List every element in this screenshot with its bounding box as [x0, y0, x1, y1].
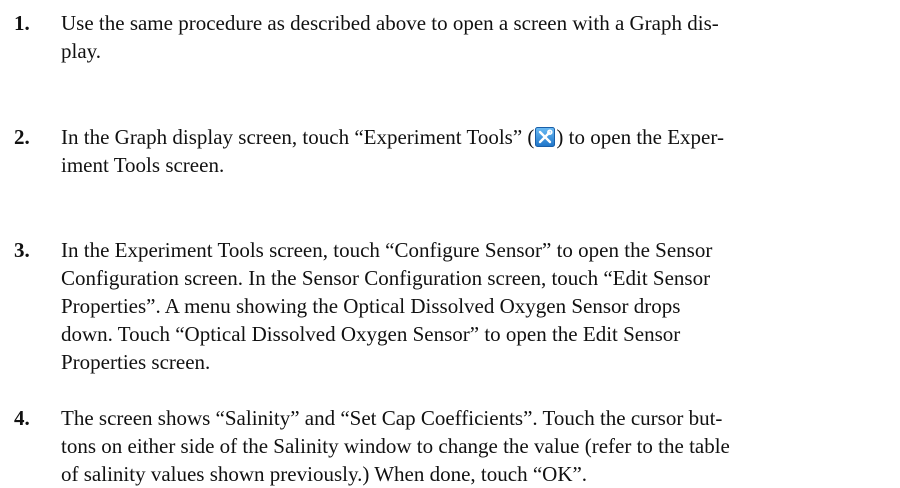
step-number: 3.: [14, 238, 30, 262]
step-line: of salinity values shown previously.) Wh…: [61, 462, 588, 486]
step-line-part: ) to open the Exper-: [556, 125, 724, 149]
step-number: 4.: [14, 406, 30, 430]
step-4: 4. The screen shows “Salinity” and “Set …: [14, 404, 882, 488]
step-1: 1. Use the same procedure as described a…: [14, 9, 882, 65]
step-line: iment Tools screen.: [61, 153, 225, 177]
step-line: down. Touch “Optical Dissolved Oxygen Se…: [61, 322, 681, 346]
step-line-part: In the Graph display screen, touch “Expe…: [61, 125, 535, 149]
step-line: In the Graph display screen, touch “Expe…: [61, 123, 882, 151]
step-number: 1.: [14, 11, 30, 35]
step-line: Configuration screen. In the Sensor Conf…: [61, 266, 711, 290]
step-text: In the Graph display screen, touch “Expe…: [61, 123, 882, 179]
instruction-steps: 1. Use the same procedure as described a…: [0, 0, 900, 486]
step-line: tons on either side of the Salinity wind…: [61, 434, 730, 458]
step-number: 2.: [14, 125, 30, 149]
step-line: In the Experiment Tools screen, touch “C…: [61, 238, 713, 262]
step-line: Properties”. A menu showing the Optical …: [61, 294, 681, 318]
step-line: Properties screen.: [61, 350, 211, 374]
step-line: The screen shows “Salinity” and “Set Cap…: [61, 406, 723, 430]
step-line: play.: [61, 39, 102, 63]
step-text: In the Experiment Tools screen, touch “C…: [61, 236, 882, 376]
experiment-tools-icon: [535, 126, 556, 147]
step-text: Use the same procedure as described abov…: [61, 9, 882, 65]
step-text: The screen shows “Salinity” and “Set Cap…: [61, 404, 882, 488]
step-2: 2. In the Graph display screen, touch “E…: [14, 123, 882, 179]
step-line: Use the same procedure as described abov…: [61, 11, 719, 35]
step-3: 3. In the Experiment Tools screen, touch…: [14, 236, 882, 376]
